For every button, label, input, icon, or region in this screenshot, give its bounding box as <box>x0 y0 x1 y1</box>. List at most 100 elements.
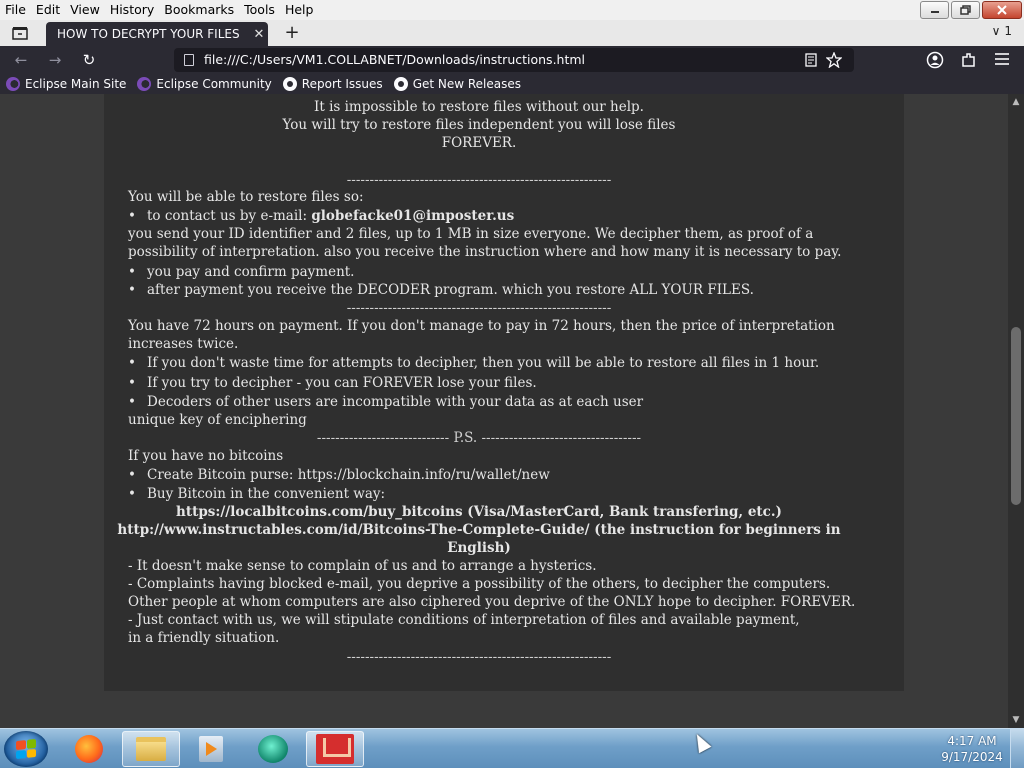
restore-intro: You will be able to restore files so: <box>128 189 364 205</box>
tab-close-icon[interactable]: ✕ <box>250 27 268 42</box>
bullet-buy: Buy Bitcoin in the convenient way: <box>128 485 385 503</box>
page-icon <box>184 54 194 66</box>
mail-app-icon <box>316 734 354 764</box>
bullet-decoder: after payment you receive the DECODER pr… <box>128 281 754 299</box>
menu-help[interactable]: Help <box>280 0 319 20</box>
menu-history[interactable]: History <box>105 0 159 20</box>
bookmark-get-new-releases[interactable]: Get New Releases <box>393 76 522 91</box>
windows-logo-icon <box>16 738 36 760</box>
close-window-button[interactable] <box>982 1 1022 19</box>
clock-date: 9/17/2024 <box>941 750 1003 764</box>
bullet-waste: If you don't waste time for attempts to … <box>128 354 819 372</box>
vertical-scrollbar[interactable]: ▲ ▼ <box>1008 94 1024 728</box>
github-icon <box>282 76 297 91</box>
reader-view-icon[interactable] <box>804 53 818 67</box>
note-line: FOREVER. <box>441 135 517 151</box>
note-line: You will try to restore files independen… <box>282 117 676 133</box>
note-line: You have 72 hours on payment. If you don… <box>128 318 835 334</box>
bookmark-label: Report Issues <box>301 76 383 91</box>
folder-tab-icon <box>12 27 28 40</box>
taskbar: 4:17 AM 9/17/2024 <box>0 728 1024 768</box>
link-localbitcoins: https://localbitcoins.com/buy_bitcoins (… <box>104 503 854 521</box>
menu-file[interactable]: File <box>0 0 31 20</box>
bookmark-label: Eclipse Main Site <box>25 76 127 91</box>
clock-time: 4:17 AM <box>947 734 997 748</box>
menu-view[interactable]: View <box>65 0 105 20</box>
page-content: It is impossible to restore files withou… <box>0 94 1008 728</box>
file-explorer-icon <box>136 737 166 761</box>
bullet-purse: Create Bitcoin purse: https://blockchain… <box>128 466 550 484</box>
tab-active[interactable]: HOW TO DECRYPT YOUR FILES ✕ <box>46 22 268 46</box>
note-line: you send your ID identifier and 2 files,… <box>128 226 814 242</box>
contact-prefix: to contact us by e-mail: <box>147 208 308 224</box>
menu-bar: File Edit View History Bookmarks Tools H… <box>0 0 1024 20</box>
separator: ----------------------------------------… <box>346 649 612 665</box>
start-button[interactable] <box>4 731 48 767</box>
url-bar[interactable]: file:///C:/Users/VM1.COLLABNET/Downloads… <box>174 48 854 72</box>
bullet-pay: you pay and confirm payment. <box>128 263 354 281</box>
restore-button[interactable] <box>951 1 980 19</box>
ransom-note: It is impossible to restore files withou… <box>104 94 904 691</box>
taskbar-file-explorer[interactable] <box>122 731 180 767</box>
scroll-down-arrow-icon[interactable]: ▼ <box>1008 712 1024 728</box>
taskbar-media-player[interactable] <box>182 731 240 767</box>
separator: ----------------------------------------… <box>346 300 612 316</box>
account-icon[interactable] <box>926 51 944 69</box>
menu-edit[interactable]: Edit <box>31 0 65 20</box>
reload-button[interactable]: ↻ <box>78 49 100 71</box>
bullet-try: If you try to decipher - you can FOREVER… <box>128 374 537 392</box>
bookmark-eclipse-community[interactable]: Eclipse Community <box>137 76 272 91</box>
media-player-icon <box>199 736 223 762</box>
link-instructables-cont: English) <box>104 539 854 557</box>
tab-strip: HOW TO DECRYPT YOUR FILES ✕ + ∨ 1 <box>0 20 1024 46</box>
url-text[interactable]: file:///C:/Users/VM1.COLLABNET/Downloads… <box>204 52 585 67</box>
bookmark-report-issues[interactable]: Report Issues <box>282 76 383 91</box>
separator: ----------------------------------------… <box>346 172 612 188</box>
eclipse-icon <box>137 76 152 91</box>
scroll-up-arrow-icon[interactable]: ▲ <box>1008 94 1024 110</box>
scroll-thumb[interactable] <box>1011 327 1021 505</box>
note-line: increases twice. <box>128 336 239 352</box>
menu-bookmarks[interactable]: Bookmarks <box>159 0 239 20</box>
minimize-icon <box>930 11 939 13</box>
eclipse-icon <box>6 76 20 91</box>
system-clock[interactable]: 4:17 AM 9/17/2024 <box>936 733 1008 765</box>
back-button[interactable]: ← <box>10 49 32 71</box>
bullet-contact: to contact us by e-mail: globefacke01@im… <box>128 207 514 225</box>
bookmarks-toolbar: Eclipse Main Site Eclipse Community Repo… <box>0 73 1024 94</box>
chevron-down-icon: ∨ <box>991 24 1001 38</box>
note-line: It is impossible to restore files withou… <box>314 99 644 115</box>
extensions-icon[interactable] <box>960 51 978 69</box>
list-all-tabs[interactable]: ∨ 1 <box>992 24 1012 38</box>
github-icon <box>393 76 408 91</box>
taskbar-chat-app[interactable] <box>244 731 302 767</box>
minimize-button[interactable] <box>920 1 949 19</box>
tab-count: 1 <box>1004 24 1012 38</box>
note-line: - Just contact with us, we will stipulat… <box>128 612 800 628</box>
forward-button[interactable]: → <box>44 49 66 71</box>
link-instructables-text2: English) <box>447 540 511 556</box>
tab-list-button[interactable] <box>10 24 30 42</box>
window-controls <box>920 1 1022 19</box>
taskbar-mail-app[interactable] <box>306 731 364 767</box>
close-icon <box>997 5 1007 15</box>
hamburger-menu-icon[interactable] <box>994 52 1010 66</box>
restore-icon <box>959 5 971 15</box>
chat-app-icon <box>258 735 288 763</box>
taskbar-firefox[interactable] <box>60 731 118 767</box>
link-instructables: http://www.instructables.com/id/Bitcoins… <box>104 521 854 539</box>
bookmark-label: Get New Releases <box>412 76 522 91</box>
show-desktop-button[interactable] <box>1010 729 1024 768</box>
note-line: unique key of enciphering <box>128 412 307 428</box>
bookmark-label: Eclipse Community <box>156 76 272 91</box>
bookmark-eclipse-main[interactable]: Eclipse Main Site <box>6 76 127 91</box>
firefox-icon <box>75 735 103 763</box>
note-line: possibility of interpretation. also you … <box>128 244 842 260</box>
contact-email: globefacke01@imposter.us <box>311 208 515 224</box>
note-line: Other people at whom computers are also … <box>128 594 856 610</box>
navigation-bar: ← → ↻ file:///C:/Users/VM1.COLLABNET/Dow… <box>0 46 1024 73</box>
menu-tools[interactable]: Tools <box>239 0 280 20</box>
new-tab-button[interactable]: + <box>282 23 302 43</box>
bookmark-star-icon[interactable] <box>826 52 842 68</box>
note-line: - It doesn't make sense to complain of u… <box>128 558 597 574</box>
